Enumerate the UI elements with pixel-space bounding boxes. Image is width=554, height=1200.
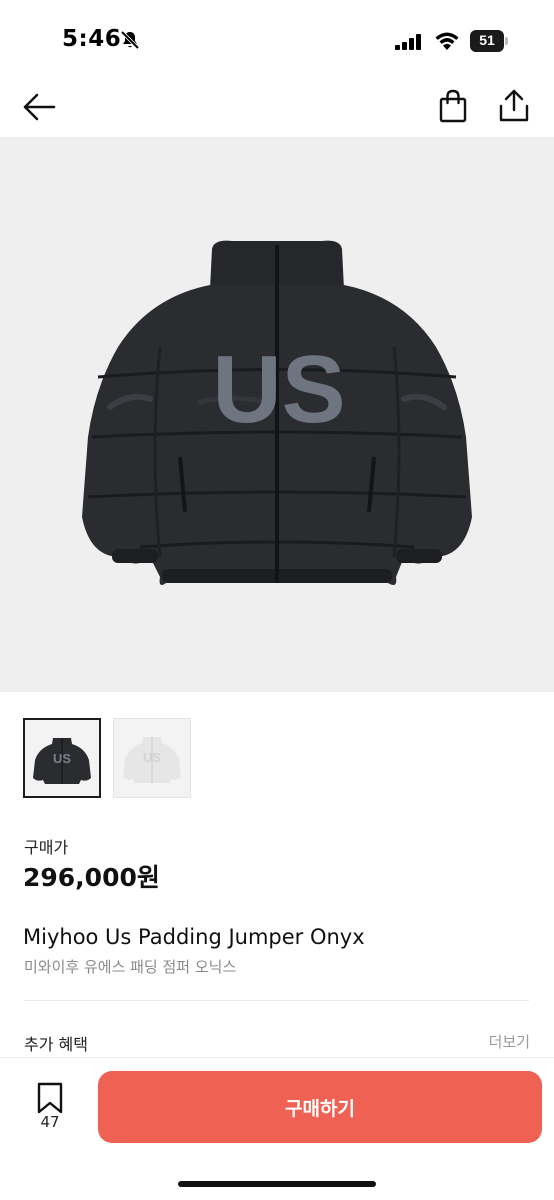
- wifi-icon: [434, 31, 460, 55]
- benefit-label: 추가 혜택: [24, 1035, 88, 1054]
- thumbnail-white[interactable]: US: [113, 718, 191, 798]
- status-time: 5:46: [62, 26, 122, 52]
- thumbnail-onyx[interactable]: US: [23, 718, 101, 798]
- battery-icon: 51: [470, 30, 508, 52]
- battery-cap: [505, 37, 508, 45]
- battery-level: 51: [479, 32, 495, 48]
- divider: [24, 1000, 529, 1001]
- buy-button[interactable]: 구매하기: [98, 1071, 542, 1143]
- bottom-action-bar: 47 구매하기: [0, 1057, 554, 1200]
- share-icon[interactable]: [498, 88, 530, 128]
- jacket-print-text: US: [212, 336, 345, 443]
- bell-slash-icon: [120, 30, 140, 54]
- thumbnail-print-text: US: [143, 750, 161, 765]
- product-image[interactable]: US: [0, 137, 554, 692]
- product-name-en: Miyhoo Us Padding Jumper Onyx: [23, 925, 365, 949]
- more-link[interactable]: 더보기: [489, 1031, 530, 1052]
- back-arrow-icon[interactable]: [22, 90, 56, 128]
- product-name-ko: 미와이후 유에스 패딩 점퍼 오닉스: [24, 958, 237, 976]
- price-label: 구매가: [24, 838, 69, 857]
- shopping-bag-icon[interactable]: [438, 89, 468, 127]
- bookmark-count: 47: [40, 1113, 60, 1131]
- home-indicator: [178, 1181, 376, 1187]
- nav-bar: [0, 80, 554, 136]
- jacket-illustration: US: [82, 240, 472, 585]
- signal-icon: [395, 34, 423, 54]
- price-value: 296,000원: [23, 863, 160, 892]
- thumbnail-print-text: US: [53, 751, 71, 766]
- status-bar: 5:46 51: [0, 0, 554, 80]
